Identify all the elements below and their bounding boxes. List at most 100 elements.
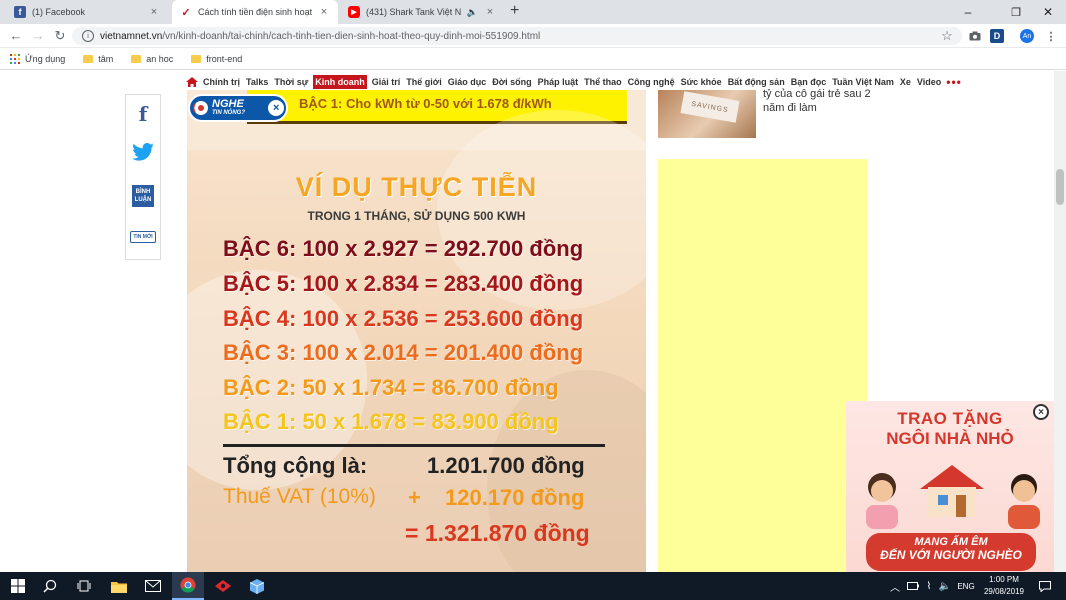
nav-phap-luat[interactable]: Pháp luật [537, 77, 580, 87]
bookmark-label: tâm [98, 53, 114, 64]
camera-icon[interactable] [968, 29, 982, 43]
network-icon[interactable]: ⌇ [922, 572, 936, 600]
social-share-bar: f BÌNH LUẬN TIN MỚI [125, 94, 161, 260]
browser-tab-strip: f (1) Facebook × ✓ Cách tính tiền điện s… [0, 0, 1066, 24]
nav-xe[interactable]: Xe [899, 77, 912, 87]
tab-facebook[interactable]: f (1) Facebook × [6, 0, 168, 24]
listen-news-badge[interactable]: NGHE TIN NÓNG? × [188, 94, 288, 122]
bookmark-apps[interactable]: Ứng dụng [10, 53, 65, 64]
tab-title: Cách tính tiền điện sinh hoạt theo [198, 7, 312, 17]
url-host: vietnamnet.vn [100, 30, 163, 42]
app-taskbar-button[interactable] [246, 572, 268, 600]
menu-kebab-icon[interactable]: ⋮ [1044, 29, 1058, 43]
total-label: Tổng cộng là: [223, 453, 368, 478]
audio-playing-icon[interactable]: 🔈 [467, 7, 478, 18]
extension-d-icon[interactable]: D [990, 29, 1004, 43]
child-left-illustration [866, 473, 898, 529]
bookmark-label: front-end [206, 53, 243, 64]
back-arrow-icon[interactable]: ← [8, 28, 24, 43]
profile-avatar[interactable]: An [1020, 29, 1034, 43]
forward-arrow-icon[interactable]: → [30, 28, 46, 43]
charity-popup-ad[interactable]: TRAO TẶNG NGÔI NHÀ NHỎ × MANG ẤM ÊM ĐẾN … [846, 401, 1054, 572]
nav-the-gioi[interactable]: Thế giới [405, 77, 442, 87]
windows-logo-icon [11, 579, 25, 593]
sum-divider [223, 444, 605, 447]
latest-news-button[interactable]: TIN MỚI [126, 227, 160, 247]
tier-4-line: BẬC 4: 100 x 2.536 = 253.600 đồng [223, 306, 584, 331]
nav-the-thao[interactable]: Thể thao [583, 77, 623, 87]
mail-button[interactable] [142, 572, 164, 600]
popup-close-icon[interactable]: × [1033, 404, 1049, 420]
tab-youtube[interactable]: ▶ (431) Shark Tank Việt Nam T 🔈 × [340, 0, 504, 24]
task-view-button[interactable] [74, 572, 94, 600]
home-icon[interactable] [186, 76, 198, 87]
nav-video[interactable]: Video [916, 77, 942, 87]
nav-bat-dong-san[interactable]: Bất động sản [727, 77, 786, 87]
house-icon [920, 465, 984, 517]
broadcast-icon [193, 101, 208, 115]
chrome-taskbar-button[interactable] [172, 572, 204, 600]
popup-title-line1: TRAO TẶNG [897, 409, 1003, 428]
nav-more-icon[interactable]: ••• [946, 75, 962, 89]
bookmark-folder[interactable]: front-end [191, 54, 242, 64]
tier1-strip-text: BẬC 1: Cho kWh từ 0-50 với 1.678 đ/kWh [299, 96, 552, 111]
nav-ban-doc[interactable]: Bạn đọc [790, 77, 828, 87]
bookmark-star-icon[interactable]: ☆ [940, 28, 954, 43]
file-explorer-button[interactable] [108, 572, 130, 600]
savings-card: SAVINGS [680, 91, 740, 123]
minimize-button[interactable]: – [948, 0, 988, 24]
close-badge-icon[interactable]: × [268, 100, 284, 116]
vietnamnet-favicon-icon: ✓ [181, 6, 191, 19]
nav-thoi-su[interactable]: Thời sự [273, 77, 309, 87]
tier-2-line: BẬC 2: 50 x 1.734 = 86.700 đồng [223, 375, 559, 400]
search-button[interactable] [40, 572, 60, 600]
close-tab-icon[interactable]: × [484, 6, 496, 18]
search-icon [43, 579, 57, 593]
badge-title: NGHE [212, 98, 244, 110]
related-article-thumbnail[interactable]: SAVINGS [658, 90, 756, 138]
bookmarks-bar: Ứng dụng tâm an hoc front-end [0, 48, 1066, 70]
twitter-share-button[interactable] [126, 139, 160, 165]
bookmark-folder[interactable]: an hoc [131, 54, 173, 64]
grand-total: = 1.321.870 đồng [405, 520, 590, 546]
volume-icon[interactable]: 🔈 [938, 572, 952, 600]
start-button[interactable] [6, 572, 30, 600]
facebook-share-button[interactable]: f [126, 101, 160, 127]
notifications-button[interactable] [1036, 572, 1054, 600]
nav-kinh-doanh[interactable]: Kinh doanh [313, 74, 367, 89]
address-bar[interactable]: i vietnamnet.vn/vn/kinh-doanh/tai-chinh/… [72, 27, 962, 45]
reload-icon[interactable]: ↻ [52, 28, 68, 44]
scrollbar-thumb[interactable] [1056, 169, 1064, 205]
language-indicator[interactable]: ENG [956, 572, 976, 600]
folder-icon [111, 581, 127, 593]
close-window-button[interactable]: ✕ [1028, 0, 1066, 24]
show-hidden-icons[interactable]: ︿ [888, 572, 902, 600]
bookmark-folder[interactable]: tâm [83, 54, 113, 64]
new-tab-button[interactable]: + [510, 2, 519, 20]
close-tab-icon[interactable]: × [318, 6, 330, 18]
electricity-infographic: BẬC 1: Cho kWh từ 0-50 với 1.678 đ/kWh N… [187, 90, 646, 572]
close-tab-icon[interactable]: × [148, 6, 160, 18]
browser-toolbar: ← → ↻ i vietnamnet.vn/vn/kinh-doanh/tai-… [0, 24, 1066, 48]
nav-giao-duc[interactable]: Giáo dục [447, 77, 488, 87]
nav-chinh-tri[interactable]: Chính trị [202, 77, 241, 87]
nav-talks[interactable]: Talks [245, 77, 269, 87]
info-icon[interactable]: i [82, 30, 94, 42]
infographic-title: VÍ DỤ THỰC TIỄN [295, 172, 538, 202]
badge-subtitle: TIN NÓNG? [212, 110, 245, 116]
nav-tuan-viet-nam[interactable]: Tuần Việt Nam [831, 77, 895, 87]
related-article-title[interactable]: tỷ của cô gái trẻ sau 2 năm đi làm [763, 87, 873, 115]
notification-icon [1039, 580, 1051, 592]
vat-value: 120.170 đồng [445, 485, 585, 510]
system-clock[interactable]: 1:00 PM 29/08/2019 [978, 574, 1030, 598]
tray-app-icon[interactable] [906, 572, 920, 600]
nav-suc-khoe[interactable]: Sức khỏe [680, 77, 723, 87]
comment-button[interactable]: BÌNH LUẬN [126, 181, 160, 211]
app-taskbar-button[interactable] [212, 572, 234, 600]
page-scrollbar[interactable] [1054, 71, 1066, 572]
nav-giai-tri[interactable]: Giải trí [371, 77, 402, 87]
nav-cong-nghe[interactable]: Công nghệ [627, 77, 676, 87]
nav-doi-song[interactable]: Đời sống [491, 77, 532, 87]
tab-vietnamnet[interactable]: ✓ Cách tính tiền điện sinh hoạt theo × [172, 0, 338, 24]
web-page-viewport: Chính trị Talks Thời sự Kinh doanh Giải … [0, 71, 1066, 572]
